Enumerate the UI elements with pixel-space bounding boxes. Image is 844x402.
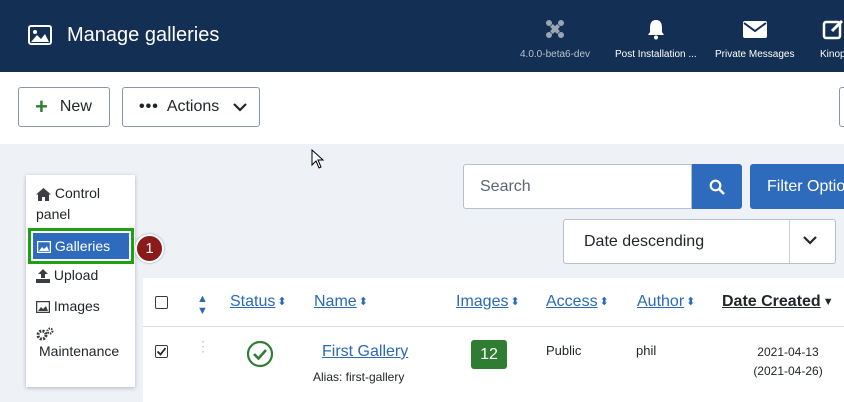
new-button-label: New	[59, 98, 92, 115]
table-header: ▲ ▼ Status ⬍ Name ⬍ Images ⬍ Access ⬍ Author ⬍…	[143, 278, 844, 327]
sidebar-item-label: Images	[53, 298, 100, 314]
select-all-checkbox[interactable]	[155, 296, 168, 309]
kinop-label: Kinop	[820, 49, 844, 60]
sidebar-item-label: Maintenance	[39, 343, 120, 359]
access-column-header[interactable]: Access ⬍	[546, 293, 609, 311]
bell-icon	[647, 20, 664, 40]
actions-button[interactable]: ••• Actions	[122, 87, 260, 127]
sidebar-item-maintenance[interactable]: Maintenance	[36, 327, 119, 362]
plus-icon: +	[35, 94, 48, 119]
status-column-header[interactable]: Status ⬍	[230, 293, 287, 311]
private-messages-item[interactable]: Private Messages	[715, 18, 794, 60]
page-title: Manage galleries	[67, 24, 220, 46]
envelope-icon	[742, 21, 767, 38]
sort-desc-icon: ▼	[822, 296, 834, 308]
sidebar-item-upload[interactable]: Upload	[36, 265, 98, 286]
author-column-header[interactable]: Author ⬍	[637, 293, 695, 311]
mouse-cursor-icon	[311, 149, 325, 169]
ellipsis-icon: •••	[139, 98, 159, 115]
galleries-table: ▲ ▼ Status ⬍ Name ⬍ Images ⬍ Access ⬍ Author ⬍…	[143, 278, 844, 402]
row-checkbox[interactable]	[155, 345, 168, 358]
sidebar-item-galleries[interactable]: Galleries	[28, 228, 134, 264]
sidebar-item-label: Galleries	[54, 238, 111, 254]
sort-select-value: Date descending	[584, 233, 705, 250]
search-button[interactable]	[692, 164, 742, 209]
chevron-down-icon	[803, 236, 817, 245]
home-icon	[36, 187, 51, 201]
select-divider	[789, 220, 790, 263]
component-sidebar: Control panel Galleries Upload Images Ma…	[26, 175, 135, 387]
toolbar-right-button[interactable]	[839, 87, 844, 127]
cogs-icon	[36, 327, 54, 341]
image-icon	[28, 25, 52, 45]
sidebar-item-images[interactable]: Images	[36, 296, 100, 317]
drag-handle-icon[interactable]: ⋮	[196, 339, 210, 353]
actions-button-label: Actions	[166, 98, 220, 115]
sort-icon: ⬍	[358, 296, 368, 308]
search-input[interactable]: Search	[463, 164, 692, 209]
gallery-alias: Alias: first-gallery	[313, 370, 405, 384]
new-button[interactable]: + New	[18, 87, 110, 127]
image-icon	[37, 241, 51, 254]
author-value: phil	[636, 343, 657, 358]
filter-options-button[interactable]: Filter Options	[750, 164, 844, 209]
gallery-name-link[interactable]: First Gallery	[322, 343, 408, 361]
post-installation-label: Post Installation ...	[615, 49, 697, 60]
date-created-value: 2021-04-13 (2021-04-26)	[753, 345, 823, 378]
checkmark-icon	[156, 347, 167, 356]
version-label: 4.0.0-beta6-dev	[520, 49, 591, 60]
sort-icon: ⬍	[686, 296, 696, 308]
name-column-header[interactable]: Name ⬍	[314, 293, 368, 311]
annotation-marker: 1	[135, 234, 164, 263]
private-messages-label: Private Messages	[715, 49, 795, 60]
chevron-down-icon	[233, 103, 248, 112]
sort-icon: ▲ ▼	[197, 293, 208, 317]
ordering-sort-header[interactable]: ▲ ▼	[195, 293, 208, 320]
table-row: ⋮ First Gallery Alias: first-gallery 12 …	[143, 328, 844, 402]
access-value: Public	[546, 343, 582, 358]
post-installation-item[interactable]: Post Installation ...	[615, 18, 697, 60]
sort-icon: ⬍	[599, 296, 609, 308]
sort-icon: ⬍	[510, 296, 520, 308]
search-icon	[709, 179, 725, 195]
date-created-column-header[interactable]: Date Created ▼	[722, 293, 834, 311]
sidebar-item-control-panel[interactable]: Control panel	[36, 183, 126, 225]
sort-icon: ⬍	[277, 296, 287, 308]
version-item[interactable]: 4.0.0-beta6-dev	[520, 18, 590, 60]
toolbar: + New ••• Actions	[0, 72, 844, 144]
joomla-icon	[546, 20, 565, 38]
sidebar-item-label: Upload	[53, 267, 99, 283]
kinop-item[interactable]: Kinop	[820, 18, 844, 60]
image-icon	[36, 301, 50, 314]
sort-select[interactable]: Date descending	[563, 219, 836, 264]
upload-icon	[36, 269, 50, 284]
images-column-header[interactable]: Images ⬍	[456, 293, 520, 311]
external-edit-icon	[822, 19, 843, 40]
header-bar: Manage galleries 4.0.0-beta6-dev Post In…	[0, 0, 844, 72]
image-count-badge[interactable]: 12	[471, 340, 507, 369]
published-check-icon[interactable]	[246, 340, 274, 368]
